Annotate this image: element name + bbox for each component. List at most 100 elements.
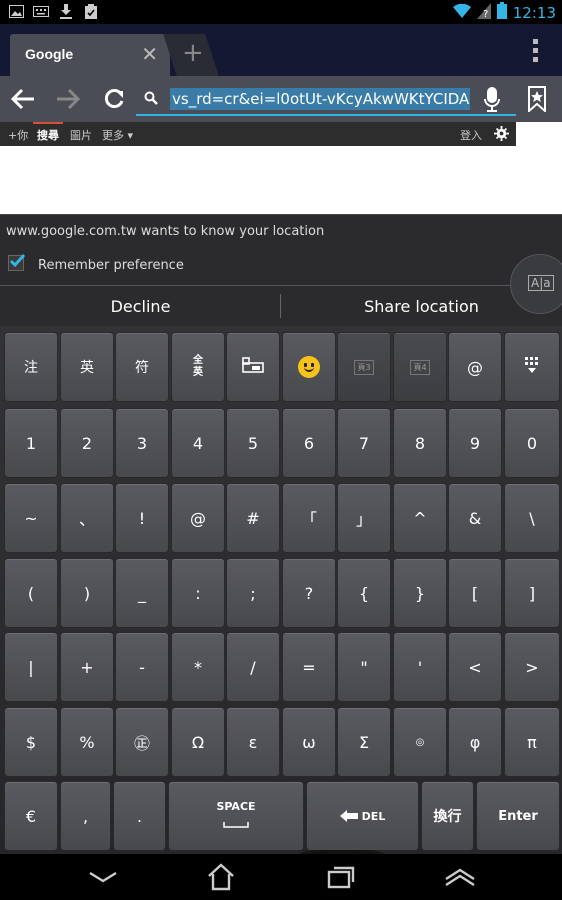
key-symbols[interactable]: 符 xyxy=(115,332,169,402)
wifi-icon xyxy=(452,3,471,22)
gbar-more[interactable]: 更多 ▾ xyxy=(102,127,133,143)
key-exclamation[interactable]: ! xyxy=(115,483,169,553)
key-page-4[interactable]: 頁4 xyxy=(393,332,447,402)
key-space[interactable]: SPACE xyxy=(168,781,304,851)
key-caret[interactable]: ^ xyxy=(393,483,447,553)
key-ideographic-comma[interactable]: 、 xyxy=(60,483,114,553)
key-fullwidth-english[interactable]: 全英 xyxy=(171,332,225,402)
key-comma[interactable]: , xyxy=(60,781,111,851)
recent-apps-icon[interactable] xyxy=(316,860,366,894)
search-icon xyxy=(144,90,158,109)
key-5[interactable]: 5 xyxy=(226,408,280,478)
key-bullseye[interactable]: ◎ xyxy=(393,707,447,777)
back-icon[interactable] xyxy=(8,84,38,114)
gbar-plus-you[interactable]: +你 xyxy=(8,127,28,143)
gbar-images[interactable]: 圖片 xyxy=(70,127,92,143)
key-circled-correct[interactable]: ㊣ xyxy=(115,707,169,777)
key-right-bracket[interactable]: ] xyxy=(504,558,560,628)
close-icon[interactable]: ✕ xyxy=(141,44,158,64)
key-hide-keyboard[interactable] xyxy=(504,332,560,402)
key-epsilon[interactable]: ε xyxy=(226,707,280,777)
gear-icon[interactable] xyxy=(494,126,509,145)
key-page-3[interactable]: 頁3 xyxy=(337,332,391,402)
key-at[interactable]: @ xyxy=(448,332,502,402)
key-greater-than[interactable]: > xyxy=(504,632,560,702)
menu-up-icon[interactable] xyxy=(435,860,485,894)
key-omega[interactable]: ω xyxy=(282,707,336,777)
key-phi[interactable]: φ xyxy=(448,707,502,777)
key-colon[interactable]: : xyxy=(171,558,225,628)
key-9[interactable]: 9 xyxy=(448,408,502,478)
hide-keyboard-icon[interactable] xyxy=(78,860,128,894)
key-8[interactable]: 8 xyxy=(393,408,447,478)
key-newline[interactable]: 換行 xyxy=(421,781,474,851)
key-double-quote[interactable]: " xyxy=(337,632,391,702)
key-sigma[interactable]: Σ xyxy=(337,707,391,777)
remember-checkbox[interactable] xyxy=(8,253,25,271)
key-backslash[interactable]: \ xyxy=(504,483,560,553)
key-4[interactable]: 4 xyxy=(171,408,225,478)
bookmark-icon[interactable] xyxy=(528,86,546,116)
key-delete[interactable]: DEL xyxy=(306,781,419,851)
soft-keyboard: 注 英 符 全英 頁3 頁4 @ 1 2 3 4 5 6 7 8 9 0 ~ 、… xyxy=(0,326,562,854)
browser-tab[interactable]: Google ✕ xyxy=(10,34,170,76)
key-right-paren[interactable]: ) xyxy=(60,558,114,628)
key-1[interactable]: 1 xyxy=(4,408,58,478)
refresh-icon[interactable] xyxy=(99,84,129,114)
layout-icon xyxy=(242,357,264,377)
font-size-icon[interactable]: A|a xyxy=(528,275,554,291)
url-text[interactable]: vs_rd=cr&ei=l0otUt-vKcyAkwWKtYCIDA xyxy=(170,88,470,110)
key-2[interactable]: 2 xyxy=(60,408,114,478)
key-left-brace[interactable]: { xyxy=(337,558,391,628)
plus-icon[interactable]: + xyxy=(182,38,204,68)
key-pipe[interactable]: | xyxy=(4,632,58,702)
forward-icon[interactable] xyxy=(53,84,83,114)
signin-link[interactable]: 登入 xyxy=(460,127,482,143)
key-zhuyin[interactable]: 注 xyxy=(4,332,58,402)
tab-strip: Google ✕ + xyxy=(0,24,562,76)
overflow-menu-icon[interactable] xyxy=(533,39,538,62)
key-left-paren[interactable]: ( xyxy=(4,558,58,628)
key-semicolon[interactable]: ; xyxy=(226,558,280,628)
key-slash[interactable]: / xyxy=(226,632,280,702)
key-3[interactable]: 3 xyxy=(115,408,169,478)
key-euro[interactable]: € xyxy=(4,781,58,851)
key-enter[interactable]: Enter xyxy=(476,781,560,851)
key-at-sign[interactable]: @ xyxy=(171,483,225,553)
key-left-bracket[interactable]: [ xyxy=(448,558,502,628)
gbar-search[interactable]: 搜尋 xyxy=(37,127,59,143)
remember-label[interactable]: Remember preference xyxy=(38,258,184,273)
key-left-corner-bracket[interactable]: 「 xyxy=(282,483,336,553)
key-plus[interactable]: + xyxy=(60,632,114,702)
key-equals[interactable]: = xyxy=(282,632,336,702)
key-period[interactable]: . xyxy=(113,781,166,851)
microphone-icon[interactable] xyxy=(484,87,500,117)
url-field[interactable]: vs_rd=cr&ei=l0otUt-vKcyAkwWKtYCIDA xyxy=(136,84,516,116)
key-right-brace[interactable]: } xyxy=(393,558,447,628)
key-7[interactable]: 7 xyxy=(337,408,391,478)
key-6[interactable]: 6 xyxy=(282,408,336,478)
home-icon[interactable] xyxy=(196,860,246,894)
key-question[interactable]: ? xyxy=(282,558,336,628)
key-percent[interactable]: % xyxy=(60,707,114,777)
key-asterisk[interactable]: * xyxy=(171,632,225,702)
key-layout[interactable] xyxy=(226,332,280,402)
clipboard-check-icon xyxy=(83,3,99,19)
key-dollar[interactable]: $ xyxy=(4,707,58,777)
key-hash[interactable]: # xyxy=(226,483,280,553)
key-underscore[interactable]: _ xyxy=(115,558,169,628)
key-right-corner-bracket[interactable]: 」 xyxy=(337,483,391,553)
checkmark-icon xyxy=(9,253,25,268)
key-tilde[interactable]: ~ xyxy=(4,483,58,553)
key-emoji[interactable] xyxy=(282,332,336,402)
key-pi[interactable]: π xyxy=(504,707,560,777)
key-ampersand[interactable]: & xyxy=(448,483,502,553)
key-0[interactable]: 0 xyxy=(504,408,560,478)
key-minus[interactable]: - xyxy=(115,632,169,702)
google-bar: +你 搜尋 圖片 更多 ▾ 登入 xyxy=(0,122,516,146)
key-english[interactable]: 英 xyxy=(60,332,114,402)
key-omega-upper[interactable]: Ω xyxy=(171,707,225,777)
decline-button[interactable]: Decline xyxy=(0,286,281,327)
key-less-than[interactable]: < xyxy=(448,632,502,702)
key-single-quote[interactable]: ' xyxy=(393,632,447,702)
